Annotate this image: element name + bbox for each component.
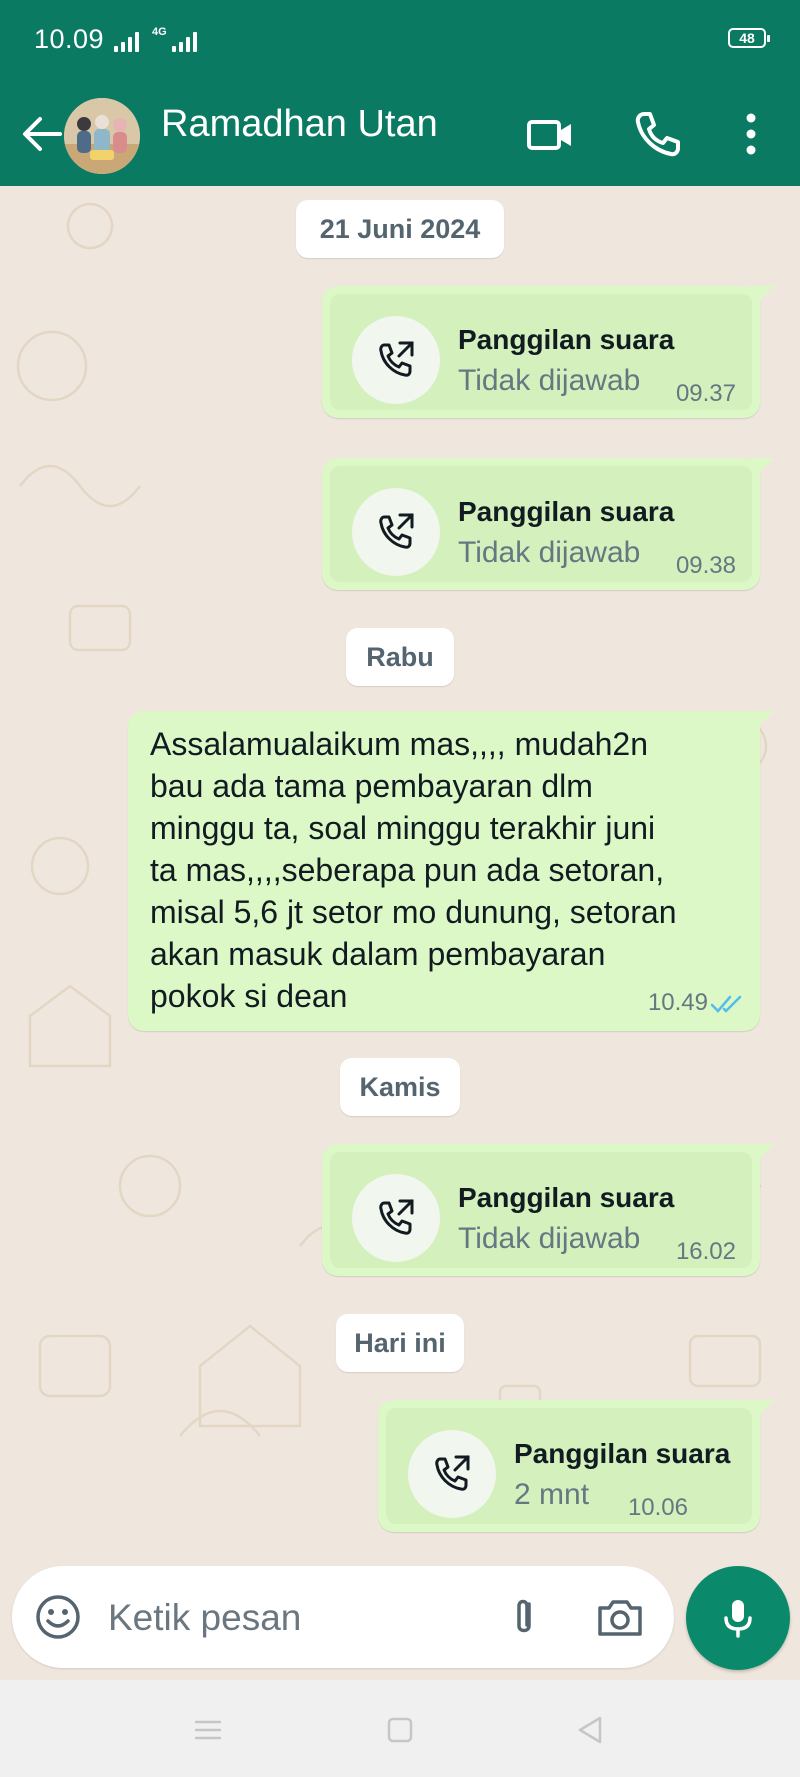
call-icon-circle — [352, 316, 440, 404]
message-time: 09.37 — [675, 380, 736, 407]
call-title: Panggilan suara — [458, 324, 675, 355]
emoji-icon[interactable] — [34, 1593, 82, 1641]
back-arrow-icon[interactable] — [14, 106, 70, 162]
outgoing-call-icon — [435, 1455, 470, 1491]
network-type: 4G — [152, 26, 167, 38]
camera-icon[interactable] — [594, 1592, 646, 1642]
call-title: Panggilan suara — [514, 1438, 731, 1469]
message-composer — [12, 1566, 674, 1668]
home-nav-icon[interactable] — [380, 1710, 420, 1750]
menu-nav-icon[interactable] — [188, 1710, 228, 1750]
date-chip: 21 Juni 2024 — [296, 200, 504, 258]
date-chip: Rabu — [346, 628, 454, 686]
call-status: Tidak dijawab — [458, 364, 641, 397]
outgoing-call-icon — [379, 513, 414, 549]
message-time: 16.02 — [675, 1238, 736, 1265]
call-status: Tidak dijawab — [458, 1222, 641, 1255]
mic-icon — [724, 1600, 752, 1638]
outgoing-call-icon — [379, 341, 414, 377]
signal-strength-icon-2 — [172, 30, 197, 52]
message-time: 09.38 — [675, 552, 736, 579]
text-message[interactable]: Assalamualaikum mas,,,, mudah2n bau ada … — [128, 711, 774, 1031]
chat-header: Ramadhan Utan — [0, 82, 800, 186]
call-message[interactable]: Panggilan suara Tidak dijawab 16.02 — [322, 1144, 774, 1276]
system-navigation-bar — [0, 1680, 800, 1777]
call-icon-circle — [352, 1174, 440, 1262]
voice-call-icon[interactable] — [626, 104, 686, 164]
status-time: 10.09 — [34, 24, 105, 54]
mic-button[interactable] — [686, 1566, 790, 1670]
date-chip: Hari ini — [336, 1314, 464, 1372]
signal-strength-icon — [114, 30, 139, 52]
video-call-icon[interactable] — [519, 104, 579, 164]
call-icon-circle — [352, 488, 440, 576]
message-time: 10.06 — [627, 1494, 688, 1521]
attach-icon[interactable] — [499, 1592, 549, 1642]
call-message[interactable]: Panggilan suara Tidak dijawab 09.38 — [322, 458, 774, 590]
message-time: 10.49 — [647, 989, 708, 1016]
avatar[interactable] — [64, 98, 140, 174]
call-message[interactable]: Panggilan suara 2 mnt 10.06 — [378, 1400, 774, 1532]
message-input[interactable] — [106, 1588, 490, 1648]
more-options-icon[interactable] — [721, 104, 781, 164]
back-nav-icon[interactable] — [570, 1710, 610, 1750]
call-icon-circle — [408, 1430, 496, 1518]
contact-name[interactable]: Ramadhan Utan — [161, 100, 438, 148]
read-ticks-icon — [710, 995, 742, 1013]
battery-icon: 48 — [728, 28, 770, 48]
status-bar: 10.09 4G 48 — [0, 0, 800, 82]
battery-level: 48 — [739, 30, 755, 46]
call-status: Tidak dijawab — [458, 536, 641, 569]
call-status: 2 mnt — [514, 1478, 590, 1511]
call-title: Panggilan suara — [458, 496, 675, 527]
outgoing-call-icon — [379, 1199, 414, 1235]
message-text: Assalamualaikum mas,,,, mudah2n bau ada … — [150, 726, 677, 1014]
call-title: Panggilan suara — [458, 1182, 675, 1213]
chat-area[interactable]: 21 Juni 2024 Panggilan suara Tidak dijaw… — [0, 186, 800, 1566]
call-message[interactable]: Panggilan suara Tidak dijawab 09.37 — [322, 286, 774, 418]
date-chip: Kamis — [340, 1058, 460, 1116]
